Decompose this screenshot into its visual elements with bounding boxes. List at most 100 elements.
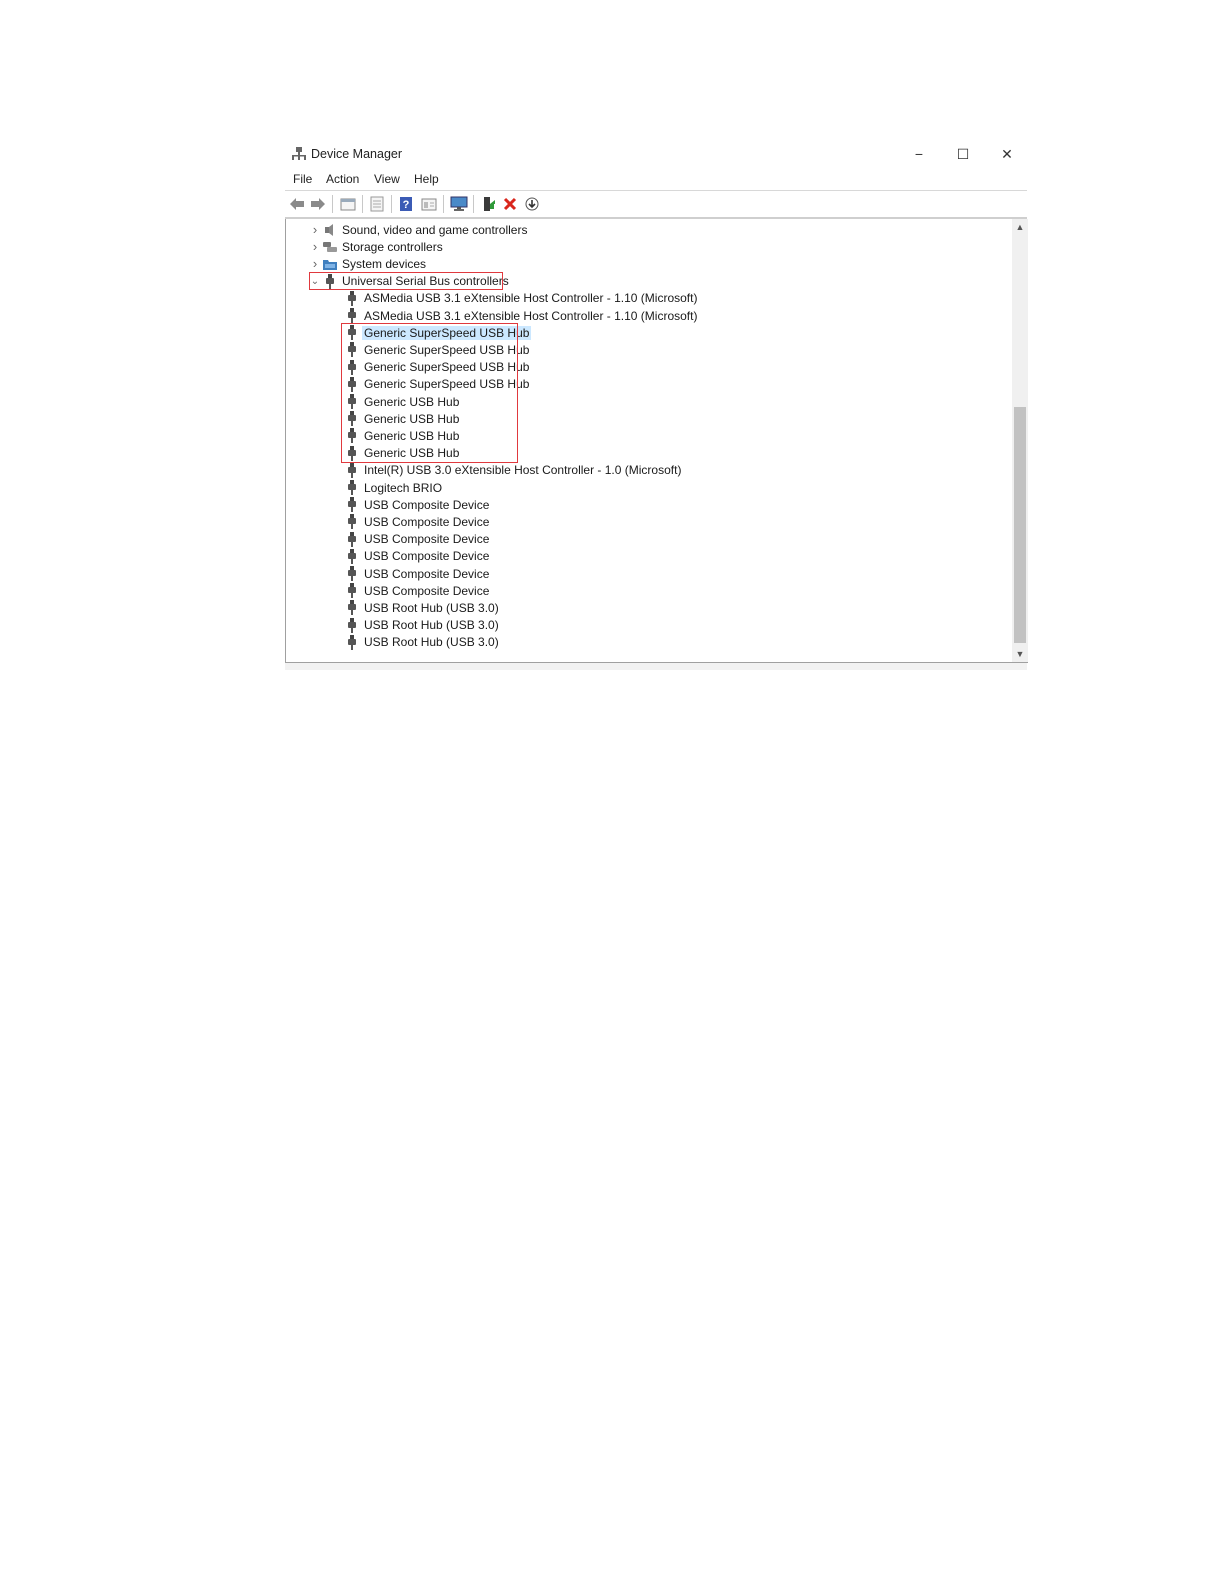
svg-text:?: ? — [403, 199, 410, 211]
tree-device[interactable]: USB Composite Device — [344, 496, 489, 513]
tree-device-label: ASMedia USB 3.1 eXtensible Host Controll… — [364, 308, 698, 323]
scroll-thumb[interactable] — [1014, 407, 1026, 643]
tree-device[interactable]: Logitech BRIO — [344, 479, 442, 496]
usb-icon — [344, 548, 360, 565]
usb-icon — [344, 599, 360, 616]
uninstall-icon — [503, 197, 517, 211]
usb-icon — [344, 393, 360, 410]
tree-device-label: Generic SuperSpeed USB Hub — [364, 377, 530, 392]
usb-icon — [344, 445, 360, 462]
toolbar-separator — [473, 195, 474, 213]
download-icon — [525, 197, 539, 211]
properties-button[interactable] — [338, 194, 358, 214]
tree-device-label: USB Composite Device — [364, 566, 490, 581]
usb-icon — [344, 634, 360, 651]
toolbar: ? — [285, 191, 1027, 219]
forward-button[interactable] — [308, 194, 328, 214]
show-hide-icon — [370, 196, 384, 212]
tree-device[interactable]: USB Composite Device — [344, 513, 489, 530]
close-button[interactable]: ✕ — [985, 140, 1029, 168]
toolbar-separator — [443, 195, 444, 213]
maximize-button[interactable]: ☐ — [941, 140, 985, 168]
usb-icon — [344, 462, 360, 479]
details-button[interactable] — [419, 194, 439, 214]
tree-category[interactable]: › System devices — [308, 255, 426, 272]
device-manager-icon — [291, 146, 307, 162]
tree-device-label: USB Composite Device — [364, 583, 490, 598]
minimize-button[interactable]: − — [897, 140, 941, 168]
scroll-up-icon[interactable]: ▲ — [1012, 219, 1028, 235]
usb-icon — [322, 273, 338, 290]
tree-device[interactable]: USB Root Hub (USB 3.0) — [344, 617, 499, 634]
usb-icon — [344, 376, 360, 393]
tree-device[interactable]: ASMedia USB 3.1 eXtensible Host Controll… — [344, 307, 697, 324]
usb-icon — [344, 427, 360, 444]
help-button[interactable]: ? — [396, 194, 416, 214]
usb-icon — [344, 307, 360, 324]
maximize-icon: ☐ — [956, 145, 970, 162]
tree-device[interactable]: Generic SuperSpeed USB Hub — [344, 324, 532, 341]
tree-category-label: Universal Serial Bus controllers — [342, 274, 509, 289]
uninstall-button[interactable] — [500, 194, 520, 214]
chevron-right-icon[interactable]: › — [308, 238, 322, 255]
usb-icon — [344, 290, 360, 307]
usb-icon — [344, 359, 360, 376]
usb-icon — [344, 513, 360, 530]
usb-icon — [344, 410, 360, 427]
tree-device-label: Generic USB Hub — [364, 446, 460, 461]
scroll-down-icon[interactable]: ▼ — [1012, 646, 1028, 662]
device-tree: › Sound, video and game controllers › Stora… — [285, 219, 1028, 663]
vertical-scrollbar[interactable]: ▲ ▼ — [1012, 219, 1028, 662]
close-icon: ✕ — [1001, 145, 1013, 162]
tree-device[interactable]: USB Composite Device — [344, 565, 489, 582]
properties-icon — [340, 198, 356, 211]
tree-device[interactable]: Generic USB Hub — [344, 393, 459, 410]
chevron-right-icon[interactable]: › — [308, 221, 322, 238]
menu-action[interactable]: Action — [326, 172, 359, 186]
tree-device-label: Logitech BRIO — [364, 480, 443, 495]
forward-arrow-icon — [311, 198, 325, 210]
menu-view[interactable]: View — [374, 172, 400, 186]
tree-category[interactable]: › Sound, video and game controllers — [308, 221, 528, 238]
tree-device[interactable]: USB Composite Device — [344, 582, 489, 599]
tree-device[interactable]: ASMedia USB 3.1 eXtensible Host Controll… — [344, 290, 697, 307]
menu-file[interactable]: File — [293, 172, 312, 186]
tree-device[interactable]: USB Composite Device — [344, 548, 489, 565]
menu-bar: File Action View Help — [285, 170, 1027, 191]
tree-device[interactable]: USB Root Hub (USB 3.0) — [344, 634, 499, 651]
tree-device-label: USB Composite Device — [364, 549, 490, 564]
scan-hardware-button[interactable] — [449, 194, 469, 214]
back-button[interactable] — [287, 194, 307, 214]
update-driver-button[interactable] — [479, 194, 499, 214]
tree-device-label: USB Root Hub (USB 3.0) — [364, 635, 499, 650]
tree-device-label: USB Root Hub (USB 3.0) — [364, 600, 499, 615]
show-hide-button[interactable] — [367, 194, 387, 214]
tree-device-label: Generic SuperSpeed USB Hub — [364, 342, 530, 357]
tree-device[interactable]: Intel(R) USB 3.0 eXtensible Host Control… — [344, 462, 681, 479]
tree-device[interactable]: Generic USB Hub — [344, 410, 459, 427]
tree-device[interactable]: Generic SuperSpeed USB Hub — [344, 359, 529, 376]
back-arrow-icon — [290, 198, 304, 210]
tree-device-label: Generic USB Hub — [364, 394, 460, 409]
tree-category[interactable]: › Storage controllers — [308, 238, 443, 255]
title-bar: Device Manager − ☐ ✕ — [285, 140, 1027, 170]
status-bar — [285, 663, 1027, 670]
tree-device[interactable]: Generic SuperSpeed USB Hub — [344, 341, 529, 358]
tree-device[interactable]: Generic USB Hub — [344, 445, 459, 462]
minimize-icon: − — [914, 146, 924, 162]
tree-device-label: Generic USB Hub — [364, 411, 460, 426]
chevron-down-icon[interactable]: ⌄ — [308, 273, 322, 290]
menu-help[interactable]: Help — [414, 172, 439, 186]
download-button[interactable] — [522, 194, 542, 214]
tree-device[interactable]: USB Root Hub (USB 3.0) — [344, 599, 499, 616]
tree-device-label: Generic SuperSpeed USB Hub — [362, 325, 532, 340]
tree-device[interactable]: Generic SuperSpeed USB Hub — [344, 376, 529, 393]
usb-icon — [344, 582, 360, 599]
tree-category[interactable]: ⌄ Universal Serial Bus controllers — [308, 273, 509, 290]
scan-hardware-icon — [450, 196, 468, 211]
tree-device[interactable]: USB Composite Device — [344, 531, 489, 548]
toolbar-separator — [362, 195, 363, 213]
tree-device-label: USB Root Hub (USB 3.0) — [364, 618, 499, 633]
tree-device[interactable]: Generic USB Hub — [344, 427, 459, 444]
chevron-right-icon[interactable]: › — [308, 255, 322, 272]
